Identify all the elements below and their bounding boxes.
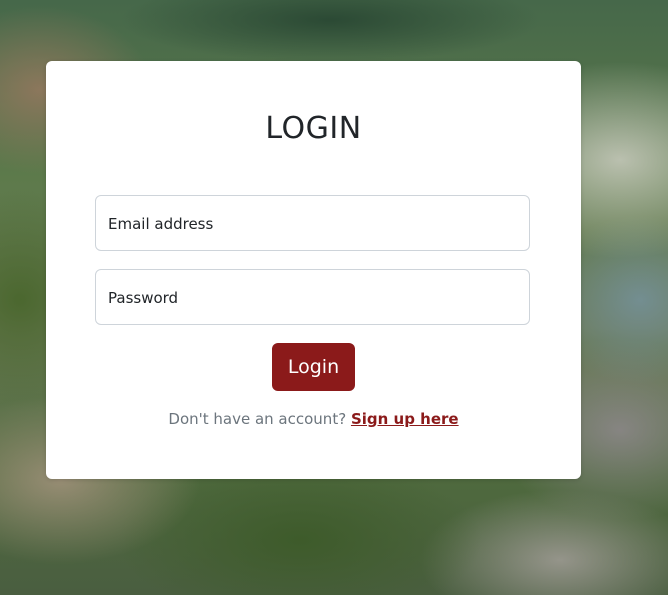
signup-row: Don't have an account? Sign up here <box>46 409 581 429</box>
password-placeholder: Password <box>108 289 179 307</box>
signup-prompt: Don't have an account? <box>168 410 347 428</box>
password-field[interactable]: Password <box>95 269 530 325</box>
signup-link[interactable]: Sign up here <box>351 410 459 428</box>
email-field[interactable]: Email address <box>95 195 530 251</box>
email-placeholder: Email address <box>108 215 214 233</box>
login-card: LOGIN Email address Password Login Don't… <box>46 61 581 479</box>
login-button[interactable]: Login <box>272 343 355 391</box>
page-title: LOGIN <box>265 111 362 146</box>
